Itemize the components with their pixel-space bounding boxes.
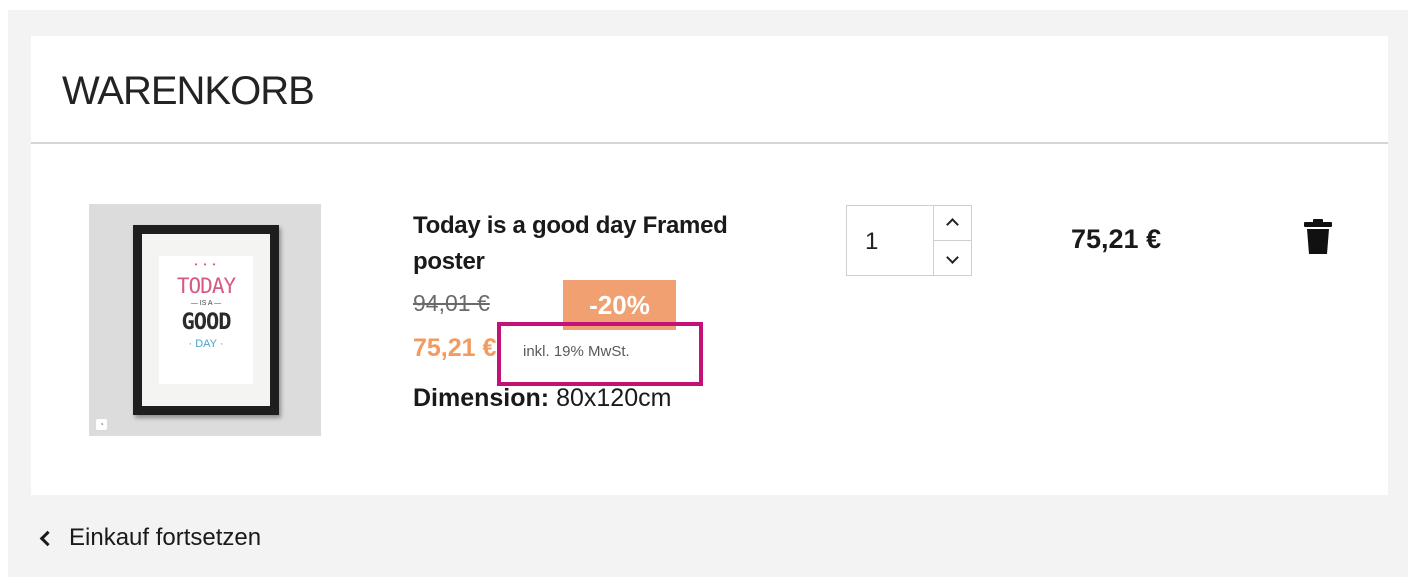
remove-item-button[interactable] — [1304, 219, 1332, 255]
chevron-left-icon — [39, 530, 56, 546]
poster-artwork: • • • TODAY — IS A — GOOD · DAY · — [159, 256, 253, 384]
poster-frame: • • • TODAY — IS A — GOOD · DAY · — [133, 225, 279, 415]
trash-icon — [1304, 219, 1332, 254]
regular-price: 94,01 € — [413, 290, 490, 316]
product-dimension: Dimension: 80x120cm — [413, 384, 671, 413]
annotation-highlight-box — [497, 322, 703, 386]
quantity-decrease-button[interactable] — [934, 241, 971, 275]
quantity-stepper: 1 — [846, 205, 972, 276]
quantity-input[interactable]: 1 — [865, 228, 878, 256]
quantity-increase-button[interactable] — [934, 206, 971, 241]
chevron-down-icon — [946, 251, 959, 264]
chevron-up-icon — [946, 218, 959, 231]
dimension-label: Dimension: — [413, 384, 550, 412]
cart-header: WARENKORB — [31, 36, 1388, 144]
product-name-link[interactable]: Today is a good day Framed poster — [413, 208, 793, 280]
quantity-buttons — [933, 206, 971, 275]
current-price: 75,21 € — [413, 334, 497, 362]
image-watermark-icon: ◔ — [96, 419, 107, 430]
dimension-value: 80x120cm — [556, 384, 672, 412]
line-total: 75,21 € — [1071, 224, 1162, 254]
continue-shopping-label: Einkauf fortsetzen — [69, 524, 262, 551]
continue-shopping-link[interactable]: Einkauf fortsetzen — [39, 524, 262, 552]
product-image[interactable]: • • • TODAY — IS A — GOOD · DAY · ◔ — [89, 204, 321, 436]
page-title: WARENKORB — [62, 69, 315, 113]
